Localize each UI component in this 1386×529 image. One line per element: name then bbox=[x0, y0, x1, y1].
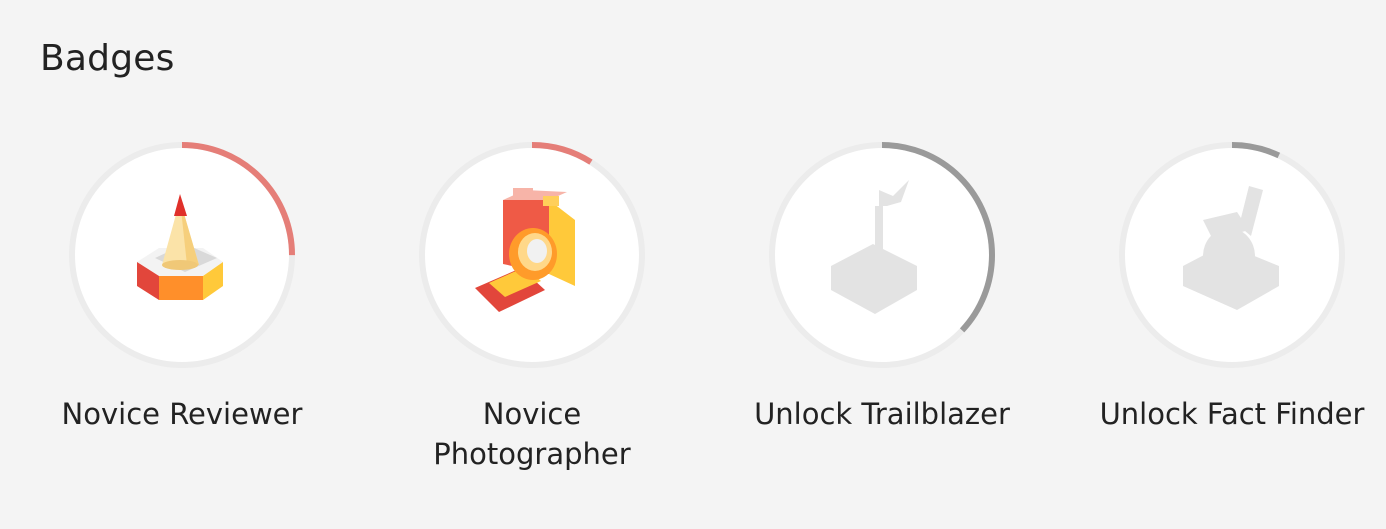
flag-on-platform-icon bbox=[767, 140, 997, 370]
badge-label: Unlock Trailblazer bbox=[754, 397, 1010, 431]
badge-label: Novice Reviewer bbox=[61, 397, 303, 431]
badge-label: Unlock Fact Finder bbox=[1099, 397, 1365, 431]
magnifying-glass-icon bbox=[1117, 140, 1347, 370]
section-title: Badges bbox=[40, 38, 175, 79]
badges-page: Badges Novice Reviewer Novice Photograph… bbox=[0, 0, 1386, 529]
camera-icon bbox=[417, 140, 647, 370]
badge-label: Novice Photographer bbox=[433, 397, 631, 471]
traffic-cone-icon bbox=[67, 140, 297, 370]
